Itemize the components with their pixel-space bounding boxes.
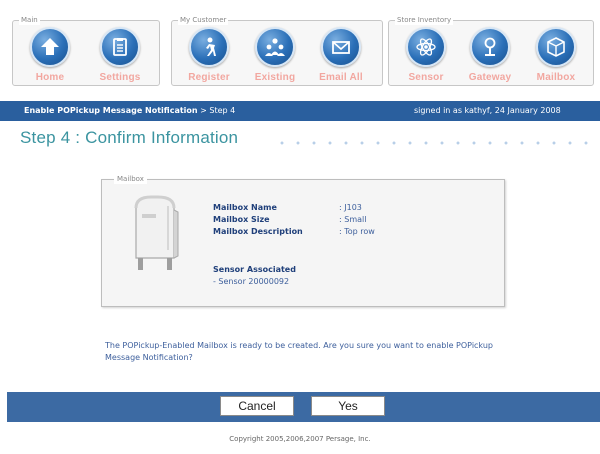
mailbox-size-label: Mailbox Size (213, 215, 270, 224)
nav-label: Sensor (408, 72, 444, 83)
settings-icon (100, 27, 140, 67)
nav-label: Mailbox (536, 72, 576, 83)
mailbox-description-label: Mailbox Description (213, 227, 303, 236)
mailbox-panel: Mailbox Mailbox Name : J103 Mailbox Size… (101, 174, 505, 307)
home-icon (30, 27, 70, 67)
nav-label: Gateway (468, 72, 512, 83)
mailbox-description-value: : Top row (339, 227, 375, 236)
nav-group-label: Main (19, 15, 40, 25)
mailbox-name-label: Mailbox Name (213, 203, 277, 212)
gateway-icon (470, 27, 510, 67)
confirmation-message: The POPickup-Enabled Mailbox is ready to… (105, 341, 493, 362)
breadcrumb-task: Enable POPickup Message Notification (24, 106, 198, 115)
nav-label: Email All (319, 72, 363, 83)
register-icon (189, 27, 229, 67)
sensor-icon (406, 27, 446, 67)
detail-row: Mailbox Name : J103 (213, 202, 375, 214)
breadcrumb: Enable POPickup Message Notification > S… (24, 101, 235, 121)
nav-existing[interactable]: Existing (248, 27, 302, 84)
nav-mailbox[interactable]: Mailbox (529, 27, 583, 84)
detail-row: Mailbox Size : Small (213, 214, 375, 226)
title-divider (274, 141, 594, 145)
mailbox-icon (536, 27, 576, 67)
detail-row: Mailbox Description : Top row (213, 226, 375, 238)
mailbox-illustration-icon (130, 194, 180, 278)
signed-in-status: signed in as kathyf, 24 January 2008 (414, 106, 561, 115)
email-icon (321, 27, 361, 67)
yes-button[interactable]: Yes (311, 396, 385, 416)
nav-home[interactable]: Home (23, 27, 77, 84)
nav-email-all[interactable]: Email All (314, 27, 368, 84)
status-bar: Enable POPickup Message Notification > S… (0, 101, 600, 121)
mailbox-details: Mailbox Name : J103 Mailbox Size : Small… (213, 202, 375, 238)
nav-group-label: Store Inventory (395, 15, 454, 25)
action-bar: Cancel Yes (7, 392, 600, 422)
page-title: Step 4 : Confirm Information (20, 128, 239, 147)
nav-group-my-customer: My Customer Register Existing Email All (171, 15, 383, 86)
nav-group-store-inventory: Store Inventory Sensor Gateway Mailbox (388, 15, 594, 86)
breadcrumb-step: > Step 4 (197, 106, 236, 115)
panel-legend: Mailbox (114, 174, 147, 184)
nav-register[interactable]: Register (182, 27, 236, 84)
nav-settings[interactable]: Settings (93, 27, 147, 84)
nav-sensor[interactable]: Sensor (399, 27, 453, 84)
mailbox-size-value: : Small (339, 215, 367, 224)
sensor-associated-item: - Sensor 20000092 (213, 277, 290, 286)
sensor-associated-heading: Sensor Associated (213, 265, 296, 274)
nav-group-label: My Customer (178, 15, 229, 25)
cancel-button[interactable]: Cancel (220, 396, 294, 416)
nav-label: Existing (254, 72, 296, 83)
mailbox-name-value: : J103 (339, 203, 362, 212)
nav-label: Home (35, 72, 65, 83)
copyright-footer: Copyright 2005,2006,2007 Persage, Inc. (229, 435, 371, 443)
nav-label: Settings (99, 72, 141, 83)
nav-label: Register (188, 72, 230, 83)
nav-gateway[interactable]: Gateway (463, 27, 517, 84)
existing-icon (255, 27, 295, 67)
nav-group-main: Main Home Settings (12, 15, 160, 86)
